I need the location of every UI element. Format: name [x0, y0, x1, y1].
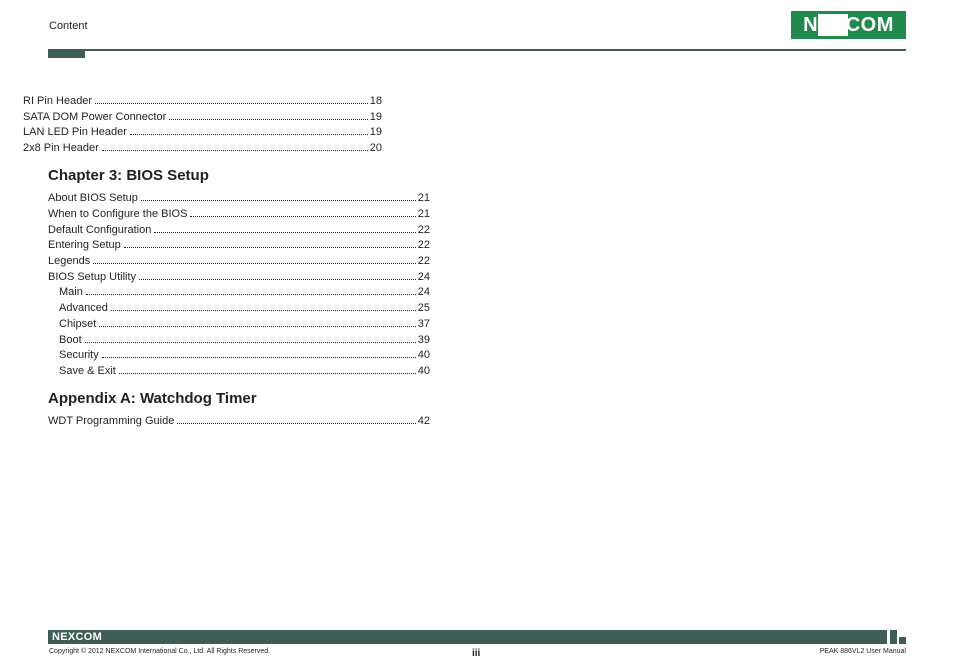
footer-logo: NEXCOM [52, 631, 103, 643]
toc-entry-page: 37 [417, 318, 430, 330]
toc-entry[interactable]: About BIOS Setup 21 [48, 189, 430, 204]
toc-entry-page: 22 [417, 239, 430, 251]
toc-entry-page: 42 [417, 415, 430, 427]
toc-entry-page: 20 [369, 142, 382, 154]
logo-text: NEXCOM [803, 14, 894, 36]
appendix-heading: Appendix A: Watchdog Timer [48, 390, 257, 407]
toc-entry-page: 18 [369, 95, 382, 107]
toc-entry[interactable]: When to Configure the BIOS 21 [48, 205, 430, 220]
toc-sub-entry[interactable]: Main 24 [59, 283, 430, 298]
toc-entry-title: 2x8 Pin Header [23, 142, 99, 154]
toc-entry-title: Legends [48, 255, 91, 267]
page-number: iii [472, 648, 481, 659]
toc-entry-title: About BIOS Setup [48, 192, 138, 204]
footer-square-icon [899, 637, 906, 644]
footer-square-icon [890, 630, 897, 644]
toc-entry[interactable]: 2x8 Pin Header 20 [23, 139, 382, 154]
nexcom-logo: NEXCOM [791, 11, 906, 39]
toc-entry[interactable]: Legends 22 [48, 252, 430, 267]
toc-sub-entry[interactable]: Security 40 [59, 346, 430, 361]
toc-entry[interactable]: SATA DOM Power Connector 19 [23, 108, 382, 123]
toc-entry-title: RI Pin Header [23, 95, 93, 107]
toc-entry-page: 24 [417, 286, 430, 298]
header-tab-marker [48, 49, 85, 58]
toc-entry-page: 40 [417, 349, 430, 361]
toc-entry-page: 21 [417, 208, 430, 220]
toc-entry[interactable]: RI Pin Header 18 [23, 92, 382, 107]
footer-copyright: Copyright © 2012 NEXCOM International Co… [49, 648, 271, 655]
toc-entry[interactable]: Default Configuration 22 [48, 221, 430, 236]
toc-entry-title: Chipset [59, 318, 97, 330]
toc-entry[interactable]: Entering Setup 22 [48, 236, 430, 251]
toc-entry-title: WDT Programming Guide [48, 415, 175, 427]
toc-entry-title: Security [59, 349, 99, 361]
toc-entry-page: 21 [417, 192, 430, 204]
toc-entry-page: 25 [417, 302, 430, 314]
toc-entry-title: Advanced [59, 302, 108, 314]
header-rule [48, 49, 906, 51]
footer-bar [48, 630, 887, 644]
toc-sub-entry[interactable]: Boot 39 [59, 331, 430, 346]
toc-sub-entry[interactable]: Advanced 25 [59, 299, 430, 314]
toc-entry[interactable]: LAN LED Pin Header 19 [23, 123, 382, 138]
section-label: Content [49, 20, 88, 32]
toc-entry-title: Entering Setup [48, 239, 121, 251]
toc-entry-title: LAN LED Pin Header [23, 126, 127, 138]
chapter-heading: Chapter 3: BIOS Setup [48, 167, 209, 184]
toc-entry-page: 40 [417, 365, 430, 377]
toc-entry-title: Main [59, 286, 83, 298]
toc-entry-title: Save & Exit [59, 365, 116, 377]
manual-name: PEAK 886VL2 User Manual [819, 648, 906, 655]
toc-entry-title: When to Configure the BIOS [48, 208, 188, 220]
toc-entry[interactable]: BIOS Setup Utility 24 [48, 268, 430, 283]
toc-entry-page: 19 [369, 126, 382, 138]
toc-entry[interactable]: WDT Programming Guide 42 [48, 412, 430, 427]
toc-entry-page: 22 [417, 255, 430, 267]
toc-sub-entry[interactable]: Save & Exit 40 [59, 362, 430, 377]
toc-sub-entry[interactable]: Chipset 37 [59, 315, 430, 330]
